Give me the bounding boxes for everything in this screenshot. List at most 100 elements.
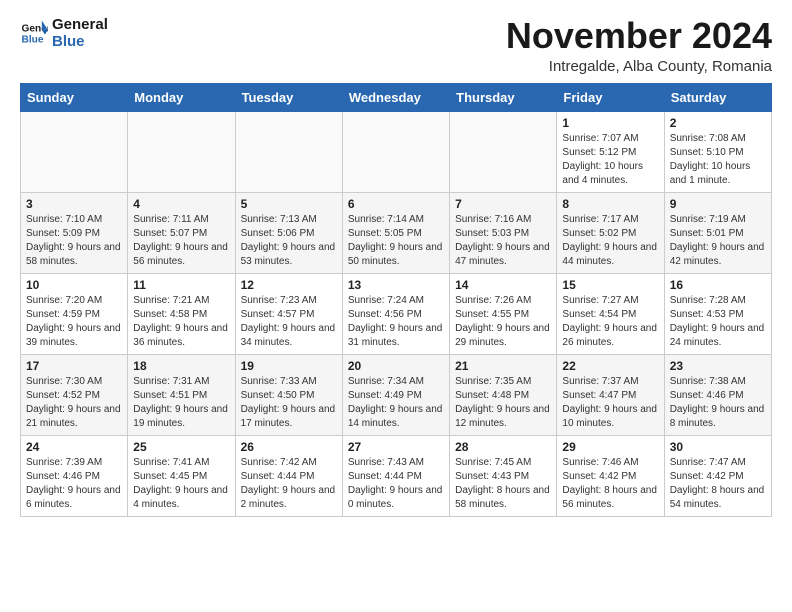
table-row: 9Sunrise: 7:19 AM Sunset: 5:01 PM Daylig… [664, 192, 771, 273]
day-number: 25 [133, 440, 229, 454]
day-number: 23 [670, 359, 766, 373]
table-row: 28 Sunrise: 7:45 AM Sunset: 4:43 PM Dayli… [450, 435, 557, 516]
header-thursday: Thursday [450, 83, 557, 111]
table-row [128, 111, 235, 192]
table-row: 12Sunrise: 7:23 AM Sunset: 4:57 PM Dayli… [235, 273, 342, 354]
table-row: 7 Sunrise: 7:16 AM Sunset: 5:03 PM Daylig… [450, 192, 557, 273]
day-info: Sunrise: 7:26 AM Sunset: 4:55 PM Dayligh… [455, 294, 551, 350]
table-row: 30 Sunrise: 7:47 AM Sunset: 4:42 PM Dayli… [664, 435, 771, 516]
title-section: November 2024 Intregalde, Alba County, R… [506, 16, 772, 75]
day-info: Sunrise: 7:11 AM Sunset: 5:07 PM Dayligh… [133, 213, 229, 269]
day-number: 7 [455, 197, 551, 211]
header-sunday: Sunday [21, 83, 128, 111]
day-number: 6 [348, 197, 444, 211]
table-row: 14 Sunrise: 7:26 AM Sunset: 4:55 PM Dayli… [450, 273, 557, 354]
table-row: 3 Sunrise: 7:10 AM Sunset: 5:09 PM Daylig… [21, 192, 128, 273]
day-info: Sunrise: 7:10 AM Sunset: 5:09 PM Dayligh… [26, 213, 122, 269]
svg-text:Blue: Blue [22, 35, 44, 46]
table-row [21, 111, 128, 192]
header-wednesday: Wednesday [342, 83, 449, 111]
day-number: 15 [562, 278, 658, 292]
day-info: Sunrise: 7:46 AM Sunset: 4:42 PM Dayligh… [562, 456, 658, 512]
day-number: 11 [133, 278, 229, 292]
logo-line2: Blue [52, 33, 108, 50]
day-number: 28 [455, 440, 551, 454]
table-row: 20 Sunrise: 7:34 AM Sunset: 4:49 PM Dayli… [342, 354, 449, 435]
table-row: 19 Sunrise: 7:33 AM Sunset: 4:50 PM Dayli… [235, 354, 342, 435]
day-info: Sunrise: 7:27 AM Sunset: 4:54 PM Dayligh… [562, 294, 658, 350]
day-info: Sunrise: 7:33 AM Sunset: 4:50 PM Dayligh… [241, 375, 337, 431]
day-number: 16 [670, 278, 766, 292]
day-info: Sunrise: 7:39 AM Sunset: 4:46 PM Dayligh… [26, 456, 122, 512]
day-info: Sunrise: 7:28 AM Sunset: 4:53 PM Dayligh… [670, 294, 766, 350]
logo-icon: General Blue [20, 19, 48, 47]
month-title: November 2024 [506, 16, 772, 56]
calendar-week-row: 1 Sunrise: 7:07 AM Sunset: 5:12 PM Daylig… [21, 111, 772, 192]
day-number: 26 [241, 440, 337, 454]
table-row: 22 Sunrise: 7:37 AM Sunset: 4:47 PM Dayli… [557, 354, 664, 435]
table-row: 8Sunrise: 7:17 AM Sunset: 5:02 PM Daylig… [557, 192, 664, 273]
table-row: 15 Sunrise: 7:27 AM Sunset: 4:54 PM Dayli… [557, 273, 664, 354]
calendar-header-row: Sunday Monday Tuesday Wednesday Thursday… [21, 83, 772, 111]
day-number: 20 [348, 359, 444, 373]
table-row: 5Sunrise: 7:13 AM Sunset: 5:06 PM Daylig… [235, 192, 342, 273]
day-number: 17 [26, 359, 122, 373]
day-number: 9 [670, 197, 766, 211]
header-friday: Friday [557, 83, 664, 111]
table-row: 23 Sunrise: 7:38 AM Sunset: 4:46 PM Dayli… [664, 354, 771, 435]
day-info: Sunrise: 7:17 AM Sunset: 5:02 PM Dayligh… [562, 213, 658, 269]
day-info: Sunrise: 7:31 AM Sunset: 4:51 PM Dayligh… [133, 375, 229, 431]
table-row: 13 Sunrise: 7:24 AM Sunset: 4:56 PM Dayli… [342, 273, 449, 354]
table-row: 1 Sunrise: 7:07 AM Sunset: 5:12 PM Daylig… [557, 111, 664, 192]
table-row: 21Sunrise: 7:35 AM Sunset: 4:48 PM Dayli… [450, 354, 557, 435]
day-info: Sunrise: 7:45 AM Sunset: 4:43 PM Dayligh… [455, 456, 551, 512]
day-info: Sunrise: 7:16 AM Sunset: 5:03 PM Dayligh… [455, 213, 551, 269]
location-subtitle: Intregalde, Alba County, Romania [506, 58, 772, 75]
table-row: 16 Sunrise: 7:28 AM Sunset: 4:53 PM Dayli… [664, 273, 771, 354]
table-row [342, 111, 449, 192]
table-row: 10Sunrise: 7:20 AM Sunset: 4:59 PM Dayli… [21, 273, 128, 354]
day-number: 14 [455, 278, 551, 292]
day-info: Sunrise: 7:07 AM Sunset: 5:12 PM Dayligh… [562, 132, 658, 188]
day-info: Sunrise: 7:43 AM Sunset: 4:44 PM Dayligh… [348, 456, 444, 512]
header-tuesday: Tuesday [235, 83, 342, 111]
logo-line1: General [52, 16, 108, 33]
table-row: 29Sunrise: 7:46 AM Sunset: 4:42 PM Dayli… [557, 435, 664, 516]
day-number: 19 [241, 359, 337, 373]
day-number: 22 [562, 359, 658, 373]
header-saturday: Saturday [664, 83, 771, 111]
day-info: Sunrise: 7:24 AM Sunset: 4:56 PM Dayligh… [348, 294, 444, 350]
table-row: 11Sunrise: 7:21 AM Sunset: 4:58 PM Dayli… [128, 273, 235, 354]
day-info: Sunrise: 7:47 AM Sunset: 4:42 PM Dayligh… [670, 456, 766, 512]
calendar-week-row: 3 Sunrise: 7:10 AM Sunset: 5:09 PM Daylig… [21, 192, 772, 273]
day-info: Sunrise: 7:38 AM Sunset: 4:46 PM Dayligh… [670, 375, 766, 431]
day-number: 3 [26, 197, 122, 211]
calendar-week-row: 17 Sunrise: 7:30 AM Sunset: 4:52 PM Dayli… [21, 354, 772, 435]
table-row: 18 Sunrise: 7:31 AM Sunset: 4:51 PM Dayli… [128, 354, 235, 435]
table-row [235, 111, 342, 192]
table-row: 17 Sunrise: 7:30 AM Sunset: 4:52 PM Dayli… [21, 354, 128, 435]
day-info: Sunrise: 7:23 AM Sunset: 4:57 PM Dayligh… [241, 294, 337, 350]
day-number: 18 [133, 359, 229, 373]
day-number: 5 [241, 197, 337, 211]
day-number: 24 [26, 440, 122, 454]
day-info: Sunrise: 7:08 AM Sunset: 5:10 PM Dayligh… [670, 132, 766, 188]
day-number: 1 [562, 116, 658, 130]
day-number: 27 [348, 440, 444, 454]
table-row: 24 Sunrise: 7:39 AM Sunset: 4:46 PM Dayli… [21, 435, 128, 516]
table-row: 6 Sunrise: 7:14 AM Sunset: 5:05 PM Daylig… [342, 192, 449, 273]
day-info: Sunrise: 7:34 AM Sunset: 4:49 PM Dayligh… [348, 375, 444, 431]
day-number: 2 [670, 116, 766, 130]
day-info: Sunrise: 7:37 AM Sunset: 4:47 PM Dayligh… [562, 375, 658, 431]
day-info: Sunrise: 7:35 AM Sunset: 4:48 PM Dayligh… [455, 375, 551, 431]
day-info: Sunrise: 7:30 AM Sunset: 4:52 PM Dayligh… [26, 375, 122, 431]
header-monday: Monday [128, 83, 235, 111]
table-row: 2 Sunrise: 7:08 AM Sunset: 5:10 PM Daylig… [664, 111, 771, 192]
logo: General Blue General Blue [20, 16, 108, 51]
day-info: Sunrise: 7:14 AM Sunset: 5:05 PM Dayligh… [348, 213, 444, 269]
day-number: 30 [670, 440, 766, 454]
table-row: 26Sunrise: 7:42 AM Sunset: 4:44 PM Dayli… [235, 435, 342, 516]
day-number: 13 [348, 278, 444, 292]
table-row: 27 Sunrise: 7:43 AM Sunset: 4:44 PM Dayli… [342, 435, 449, 516]
calendar-week-row: 10Sunrise: 7:20 AM Sunset: 4:59 PM Dayli… [21, 273, 772, 354]
